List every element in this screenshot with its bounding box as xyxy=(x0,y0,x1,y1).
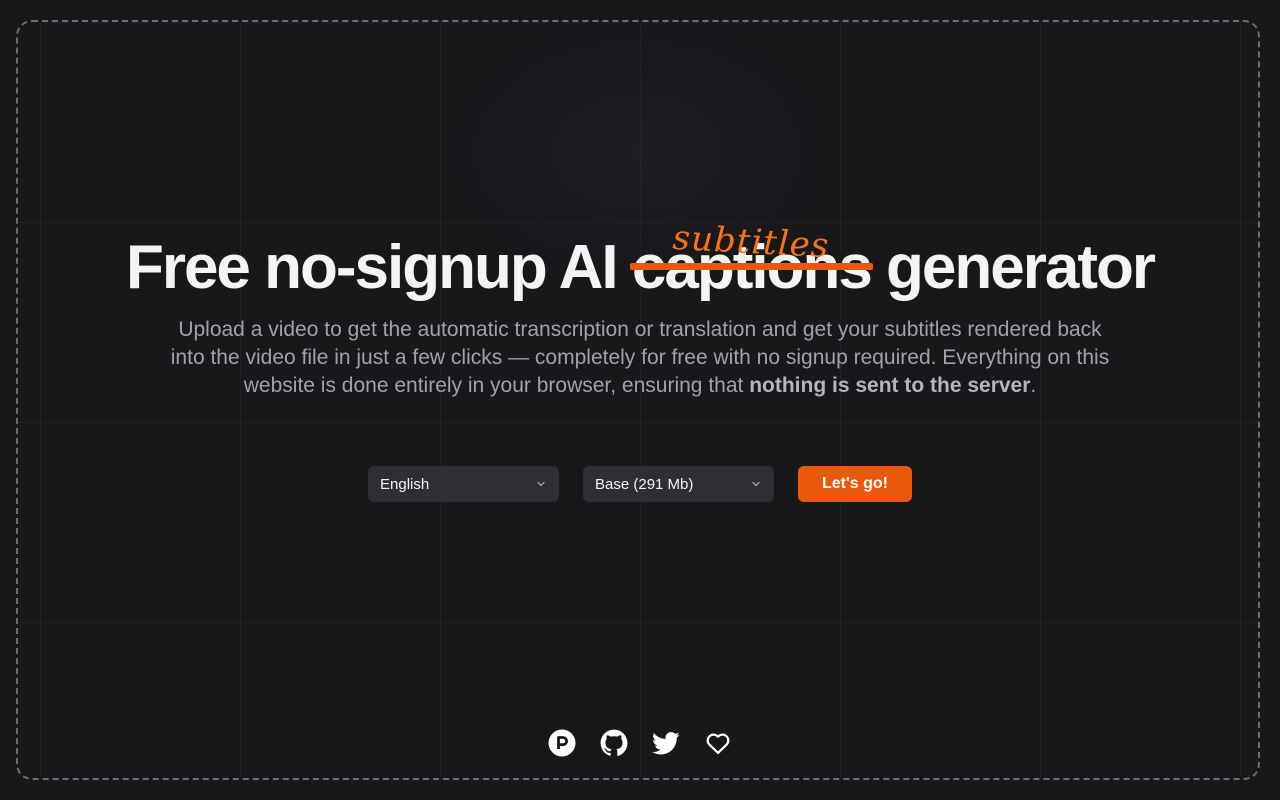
controls-row: English Base (291 Mb) Let's go! xyxy=(368,466,912,502)
title-replacement-word: subtitles xyxy=(672,217,831,267)
title-before: Free no-signup AI xyxy=(125,233,632,302)
model-select[interactable]: Base (291 Mb) xyxy=(583,466,774,502)
lets-go-button[interactable]: Let's go! xyxy=(798,466,912,502)
language-select[interactable]: English xyxy=(368,466,559,502)
github-link[interactable] xyxy=(600,729,628,757)
patreon-icon xyxy=(548,729,576,757)
footer-links xyxy=(548,729,732,757)
sponsor-link[interactable] xyxy=(704,729,732,757)
chevron-down-icon xyxy=(752,481,760,487)
page-description: Upload a video to get the automatic tran… xyxy=(160,316,1120,400)
dashed-frame xyxy=(16,20,1260,780)
patreon-link[interactable] xyxy=(548,729,576,757)
background-grid xyxy=(18,22,1258,778)
description-end: . xyxy=(1030,374,1037,397)
twitter-link[interactable] xyxy=(652,729,680,757)
description-bold: nothing is sent to the server xyxy=(749,374,1031,397)
heart-icon xyxy=(706,733,730,755)
title-wrap: Free no-signup AI captions subtitles gene… xyxy=(125,218,1156,306)
github-icon xyxy=(600,729,628,756)
title-struck-word: captions subtitles xyxy=(629,218,873,306)
language-select-value: English xyxy=(380,475,430,493)
twitter-icon xyxy=(652,732,680,755)
page-title: Free no-signup AI captions subtitles gene… xyxy=(125,218,1156,306)
model-select-value: Base (291 Mb) xyxy=(595,475,694,493)
title-after: generator xyxy=(870,233,1156,302)
chevron-down-icon xyxy=(537,481,545,487)
hero-section: Free no-signup AI captions subtitles gene… xyxy=(0,218,1280,400)
